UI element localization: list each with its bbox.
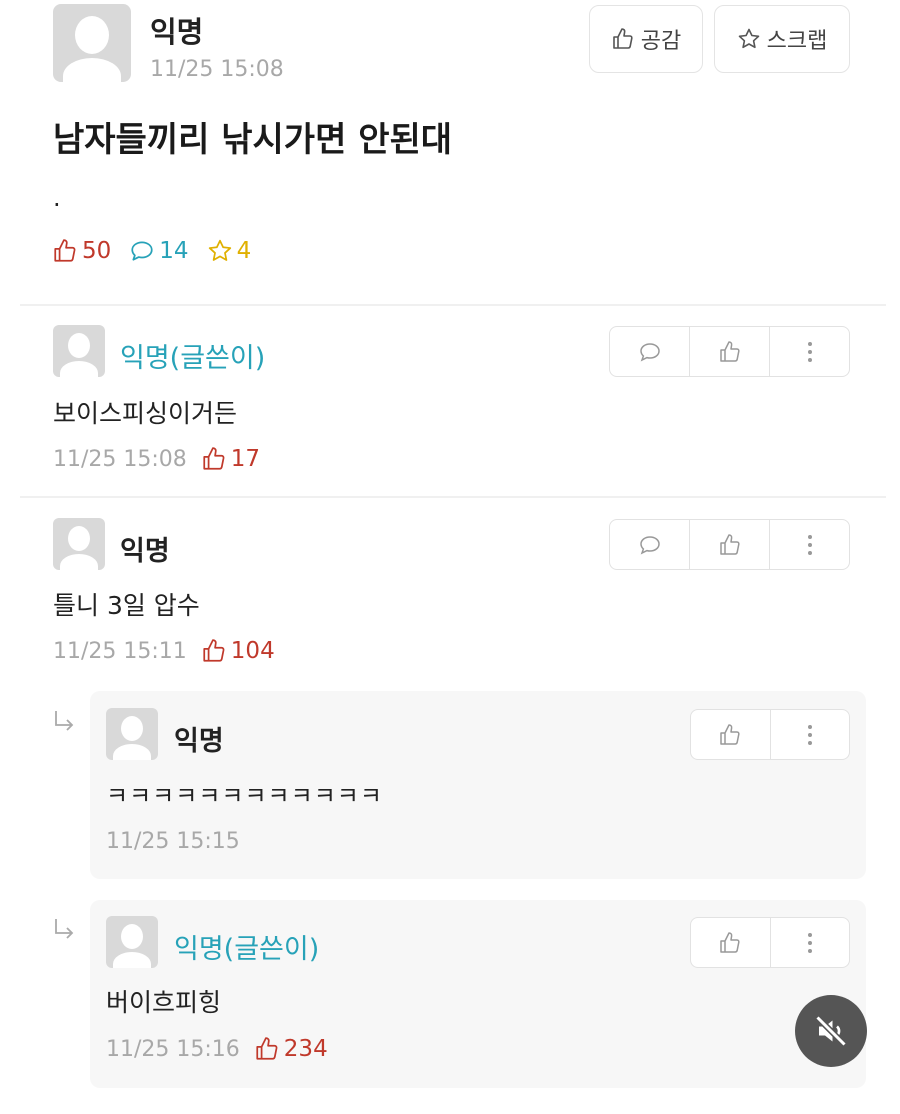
avatar — [106, 916, 158, 968]
like-comment-button[interactable] — [691, 918, 771, 967]
comment-time: 11/25 15:08 — [53, 446, 187, 472]
mute-icon — [815, 1015, 847, 1047]
reply-actions — [690, 917, 850, 968]
comment-actions — [609, 326, 850, 377]
thumbs-up-icon — [611, 27, 635, 51]
thumbs-up-icon — [203, 639, 225, 662]
reply-text: ㅋㅋㅋㅋㅋㅋㅋㅋㅋㅋㅋㅋ — [106, 782, 383, 810]
mute-button[interactable] — [795, 995, 867, 1067]
like-button[interactable]: 공감 — [589, 5, 703, 73]
divider — [20, 496, 886, 498]
comment-author: 익명 — [120, 536, 170, 567]
comment-like-count: 104 — [230, 638, 275, 664]
more-button[interactable] — [770, 520, 849, 569]
reply-time: 11/25 15:15 — [106, 829, 240, 854]
scrap-button[interactable]: 스크랩 — [714, 5, 850, 73]
star-icon — [737, 27, 761, 51]
scrap-button-label: 스크랩 — [766, 29, 828, 54]
comment-meta: 11/25 15:11 104 — [53, 638, 275, 664]
more-vertical-icon — [807, 534, 812, 555]
comment-like-count: 17 — [230, 446, 261, 472]
post-body: . — [53, 184, 61, 212]
scrap-count: 4 — [207, 238, 251, 264]
star-icon — [208, 239, 231, 261]
comment-meta: 11/25 15:08 17 — [53, 446, 260, 472]
comment-time: 11/25 15:11 — [53, 638, 187, 664]
more-button[interactable] — [770, 327, 849, 376]
reply-like-count: 234 — [283, 1036, 328, 1062]
thumbs-up-icon — [720, 723, 740, 745]
post-time: 11/25 15:08 — [150, 57, 284, 82]
like-comment-button[interactable] — [691, 710, 771, 759]
more-button[interactable] — [771, 918, 850, 967]
reply-text: 버이흐피힝 — [106, 988, 222, 1017]
speech-bubble-icon — [639, 342, 660, 361]
like-count: 50 — [52, 238, 111, 264]
avatar — [53, 518, 105, 570]
like-comment-button[interactable] — [690, 520, 770, 569]
thumbs-up-icon — [719, 340, 740, 362]
like-button-label: 공감 — [640, 29, 682, 54]
reply-actions — [690, 709, 850, 760]
like-comment-button[interactable] — [690, 327, 770, 376]
more-button[interactable] — [771, 710, 850, 759]
post-title: 남자들끼리 낚시가면 안된대 — [53, 120, 453, 160]
reply-meta: 11/25 15:16 234 — [106, 1036, 328, 1062]
comment-author: 익명(글쓴이) — [120, 343, 266, 374]
thumbs-up-icon — [720, 931, 740, 953]
reply-arrow-icon — [55, 711, 74, 731]
reply-button[interactable] — [610, 520, 690, 569]
divider — [20, 304, 886, 306]
post-author: 익명 — [150, 15, 204, 49]
reply-button[interactable] — [610, 327, 690, 376]
avatar — [53, 325, 105, 377]
reply-author: 익명 — [174, 726, 224, 757]
comment-text: 틀니 3일 압수 — [53, 591, 200, 620]
more-vertical-icon — [807, 724, 812, 745]
thumbs-up-icon — [54, 239, 76, 262]
thumbs-up-icon — [719, 533, 740, 555]
comment-actions — [609, 519, 850, 570]
comment-text: 보이스피싱이거든 — [53, 399, 238, 428]
reply-author: 익명(글쓴이) — [174, 934, 320, 965]
comment-count: 14 — [129, 238, 189, 264]
speech-bubble-icon — [639, 535, 660, 554]
post-stats: 50 14 4 — [52, 238, 251, 264]
thumbs-up-icon — [203, 447, 225, 470]
avatar — [106, 708, 158, 760]
more-vertical-icon — [807, 932, 812, 953]
reply-arrow-icon — [55, 919, 74, 939]
avatar — [53, 4, 131, 82]
thumbs-up-icon — [256, 1037, 278, 1060]
more-vertical-icon — [807, 341, 812, 362]
reply-time: 11/25 15:16 — [106, 1036, 240, 1062]
speech-bubble-icon — [131, 241, 153, 261]
